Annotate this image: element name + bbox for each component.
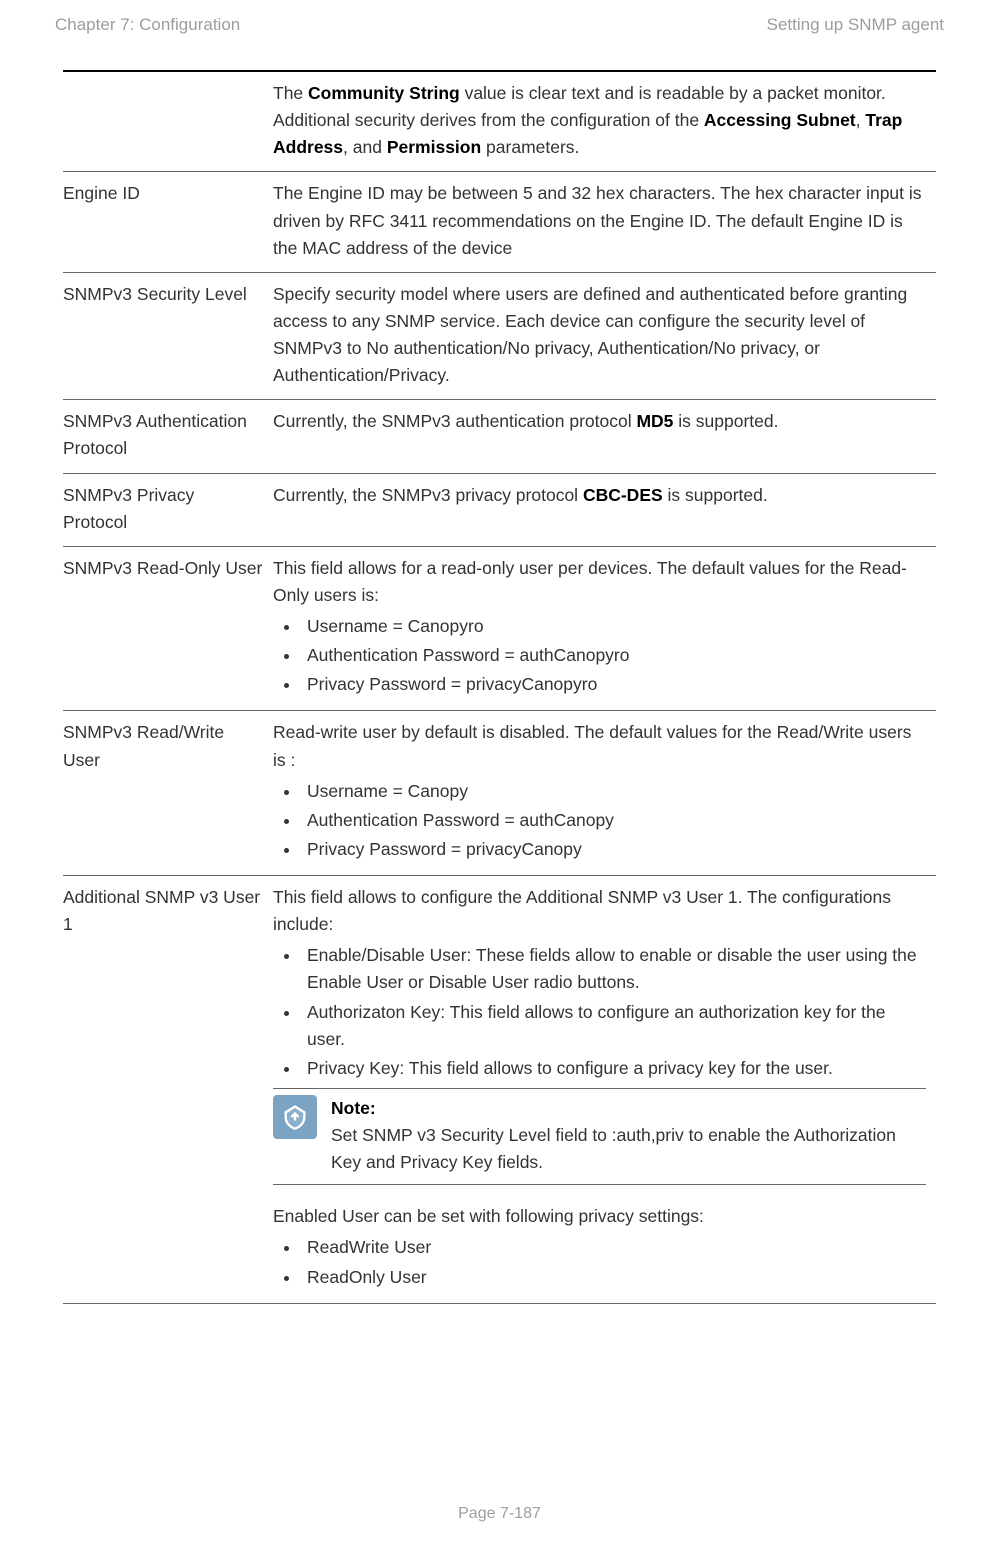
content-area: The Community String value is clear text… xyxy=(55,70,944,1304)
list-item: Username = Canopyro xyxy=(301,613,926,640)
desc-cell: Specify security model where users are d… xyxy=(273,272,936,400)
header-right: Setting up SNMP agent xyxy=(767,15,944,35)
text: This field allows for a read-only user p… xyxy=(273,555,926,609)
list-item: ReadOnly User xyxy=(301,1264,926,1291)
text: is supported. xyxy=(673,411,778,431)
list-item: Authorizaton Key: This field allows to c… xyxy=(301,999,926,1053)
text: Enabled User can be set with following p… xyxy=(273,1203,926,1230)
attr-cell: SNMPv3 Read/Write User xyxy=(63,711,273,876)
attr-cell: SNMPv3 Read-Only User xyxy=(63,546,273,711)
attr-cell-empty xyxy=(63,71,273,172)
list-item: Privacy Key: This field allows to config… xyxy=(301,1055,926,1082)
header-left: Chapter 7: Configuration xyxy=(55,15,240,35)
desc-cell: This field allows for a read-only user p… xyxy=(273,546,936,711)
attr-cell: Engine ID xyxy=(63,172,273,272)
text: The xyxy=(273,83,308,103)
list-item: Enable/Disable User: These fields allow … xyxy=(301,942,926,996)
desc-cell: Currently, the SNMPv3 authentication pro… xyxy=(273,400,936,473)
text: Currently, the SNMPv3 privacy protocol xyxy=(273,485,583,505)
bullet-list: Username = Canopy Authentication Passwor… xyxy=(273,778,926,863)
bullet-list: Username = Canopyro Authentication Passw… xyxy=(273,613,926,698)
table-row: SNMPv3 Authentication Protocol Currently… xyxy=(63,400,936,473)
list-item: Authentication Password = authCanopy xyxy=(301,807,926,834)
list-item: Username = Canopy xyxy=(301,778,926,805)
note-body: Set SNMP v3 Security Level field to :aut… xyxy=(331,1122,926,1176)
attributes-table: The Community String value is clear text… xyxy=(63,70,936,1304)
note-icon xyxy=(273,1095,317,1139)
bullet-list: ReadWrite User ReadOnly User xyxy=(273,1234,926,1290)
text: , and xyxy=(343,137,387,157)
desc-cell: This field allows to configure the Addit… xyxy=(273,876,936,1304)
text: This field allows to configure the Addit… xyxy=(273,884,926,938)
table-row: The Community String value is clear text… xyxy=(63,71,936,172)
attr-cell: SNMPv3 Authentication Protocol xyxy=(63,400,273,473)
list-item: Privacy Password = privacyCanopy xyxy=(301,836,926,863)
table-row: Engine ID The Engine ID may be between 5… xyxy=(63,172,936,272)
page-header: Chapter 7: Configuration Setting up SNMP… xyxy=(55,15,944,35)
list-item: Privacy Password = privacyCanopyro xyxy=(301,671,926,698)
desc-cell: Read-write user by default is disabled. … xyxy=(273,711,936,876)
desc-cell: The Community String value is clear text… xyxy=(273,71,936,172)
text: parameters. xyxy=(481,137,579,157)
bold-text: CBC-DES xyxy=(583,485,663,505)
bold-text: Permission xyxy=(387,137,481,157)
note-box: Note: Set SNMP v3 Security Level field t… xyxy=(273,1088,926,1185)
text: is supported. xyxy=(663,485,768,505)
table-row: SNMPv3 Privacy Protocol Currently, the S… xyxy=(63,473,936,546)
bold-text: Community String xyxy=(308,83,460,103)
bold-text: Accessing Subnet xyxy=(704,110,856,130)
attr-cell: SNMPv3 Privacy Protocol xyxy=(63,473,273,546)
list-item: Authentication Password = authCanopyro xyxy=(301,642,926,669)
attr-cell: SNMPv3 Security Level xyxy=(63,272,273,400)
bold-text: MD5 xyxy=(636,411,673,431)
text: Currently, the SNMPv3 authentication pro… xyxy=(273,411,636,431)
desc-cell: Currently, the SNMPv3 privacy protocol C… xyxy=(273,473,936,546)
table-row: SNMPv3 Read-Only User This field allows … xyxy=(63,546,936,711)
table-row: SNMPv3 Read/Write User Read-write user b… xyxy=(63,711,936,876)
list-item: ReadWrite User xyxy=(301,1234,926,1261)
page-footer: Page 7-187 xyxy=(0,1505,999,1523)
table-row: SNMPv3 Security Level Specify security m… xyxy=(63,272,936,400)
text: , xyxy=(856,110,866,130)
page: Chapter 7: Configuration Setting up SNMP… xyxy=(0,0,999,1555)
note-text-block: Note: Set SNMP v3 Security Level field t… xyxy=(331,1095,926,1176)
attr-cell: Additional SNMP v3 User 1 xyxy=(63,876,273,1304)
desc-cell: The Engine ID may be between 5 and 32 he… xyxy=(273,172,936,272)
text: Read-write user by default is disabled. … xyxy=(273,719,926,773)
table-row: Additional SNMP v3 User 1 This field all… xyxy=(63,876,936,1304)
note-label: Note: xyxy=(331,1095,926,1122)
bullet-list: Enable/Disable User: These fields allow … xyxy=(273,942,926,1082)
